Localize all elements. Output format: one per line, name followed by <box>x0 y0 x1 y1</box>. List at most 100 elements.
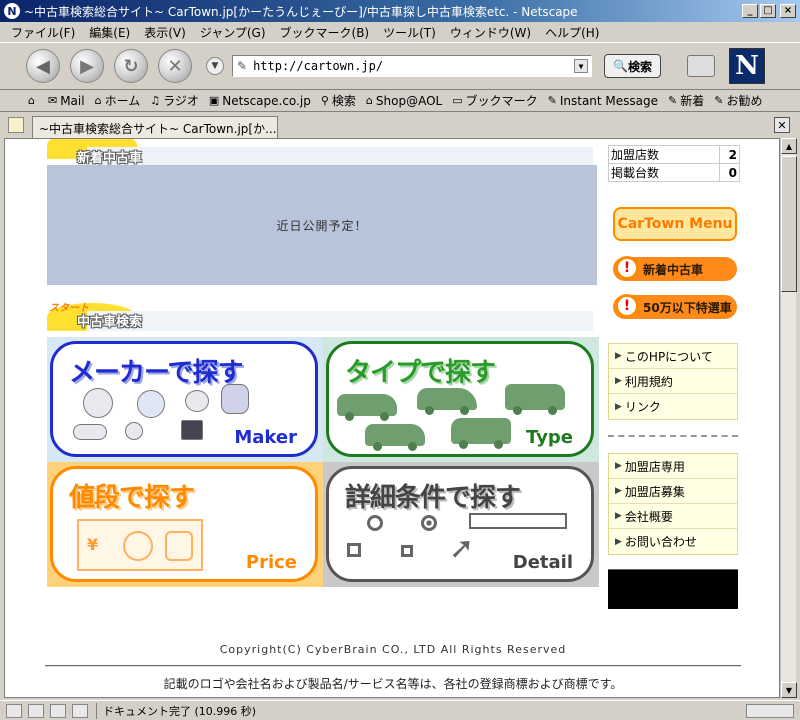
search-by-price-button[interactable]: 値段で探す ¥ Price <box>47 462 323 587</box>
mail-icon: ✉ <box>47 94 58 107</box>
new-cars-heading: 新着中古車 <box>77 151 143 166</box>
table-row: 掲載台数 0 <box>608 163 740 182</box>
maker-title: メーカーで探す <box>69 358 243 388</box>
trademark-text: 記載のロゴや会社名および製品名/サービス名等は、各社の登録商標および商標です。 <box>163 677 623 691</box>
tab-label: ~中古車検索総合サイト~ CarTown.jp[か... <box>39 122 277 136</box>
bookmark-recommended[interactable]: ✎ お勧め <box>714 92 762 109</box>
bookmark-instant-message[interactable]: ✎ Instant Message <box>548 94 658 108</box>
type-title: タイプで探す <box>345 358 496 388</box>
url-field[interactable]: ✎ http://cartown.jp/ ▼ <box>232 55 592 77</box>
menu-edit[interactable]: 編集(E) <box>82 24 137 41</box>
magnifier-icon: 🔍 <box>613 59 628 73</box>
search-button[interactable]: 🔍 検索 <box>604 54 661 78</box>
arrow-icon: ▶ <box>615 536 622 547</box>
under-500k-button[interactable]: ! 50万以下特選車 <box>613 294 737 319</box>
select-box-icon <box>469 513 567 529</box>
bookmark-home[interactable]: ⌂ ホーム <box>95 92 141 109</box>
mitsubishi-logo-icon <box>181 420 203 440</box>
radio-unchecked-icon <box>367 515 383 531</box>
menu-help[interactable]: ヘルプ(H) <box>538 24 606 41</box>
bookmark-netscape[interactable]: ▣ Netscape.co.jp <box>209 94 311 108</box>
link-company[interactable]: ▶ 会社概要 <box>609 504 737 529</box>
suv-car-icon <box>505 384 565 415</box>
close-tab-button[interactable]: ✕ <box>774 117 790 133</box>
security-lock-icon[interactable] <box>50 703 66 718</box>
vertical-scrollbar[interactable]: ▲ ▼ <box>780 138 797 698</box>
menu-file[interactable]: ファイル(F) <box>4 24 82 41</box>
checkbox-checked-icon <box>347 543 361 557</box>
menu-go[interactable]: ジャンプ(G) <box>193 24 273 41</box>
back-button[interactable]: ◀ <box>26 49 60 83</box>
stat-label: 加盟店数 <box>608 145 720 164</box>
link-about[interactable]: ▶ このHPについて <box>609 344 737 369</box>
forward-button[interactable]: ▶ <box>70 49 104 83</box>
bookmark-new[interactable]: ✎ 新着 <box>668 92 704 109</box>
link-links[interactable]: ▶ リンク <box>609 394 737 419</box>
bookmark-search[interactable]: ⚲ 検索 <box>321 92 356 109</box>
wagon-car-icon <box>365 424 425 451</box>
status-bar: ドキュメント完了 (10.996 秒) <box>0 700 800 720</box>
exclamation-icon: ! <box>615 256 639 280</box>
minimize-button[interactable]: _ <box>742 4 758 18</box>
netscape-logo[interactable]: N <box>728 48 765 84</box>
divider <box>608 435 738 437</box>
page-icon: ✎ <box>237 59 248 73</box>
bookmark-radio[interactable]: ♫ ラジオ <box>150 92 199 109</box>
bookmark-shop-aol[interactable]: ⌂ Shop@AOL <box>366 94 442 108</box>
arrow-icon: ▶ <box>615 351 622 361</box>
coupe-car-icon <box>417 388 477 415</box>
maximize-button[interactable]: □ <box>760 4 776 18</box>
scroll-up-button[interactable]: ▲ <box>781 138 797 154</box>
menu-bookmarks[interactable]: ブックマーク(B) <box>273 24 377 41</box>
bookmark-icon: ✎ <box>668 94 678 107</box>
personal-toolbar: ⌂ ✉ Mail ⌂ ホーム ♫ ラジオ ▣ Netscape.co.jp ⚲ 検索 ⌂ S… <box>0 90 800 112</box>
new-cars-button[interactable]: ! 新着中古車 <box>613 256 737 281</box>
home-tab-icon[interactable]: ⌂ <box>28 94 38 107</box>
copyright-text: Copyright(C) CyberBrain CO., LTD All Rig… <box>219 643 567 656</box>
stop-button[interactable]: ✕ <box>158 49 192 83</box>
search-by-maker-button[interactable]: メーカーで探す Maker <box>47 337 323 462</box>
folder-icon: ▭ <box>452 94 463 107</box>
reload-icon: ↻ <box>123 55 139 77</box>
scroll-down-button[interactable]: ▼ <box>781 682 797 698</box>
print-icon[interactable] <box>686 55 715 77</box>
link-recruit[interactable]: ▶ 加盟店募集 <box>609 479 737 504</box>
stat-label: 掲載台数 <box>608 163 720 182</box>
search-section-header: スタート 中古車検索 <box>47 303 603 331</box>
search-by-detail-button[interactable]: 詳細条件で探す ➚ Detail <box>323 462 599 587</box>
bookmark-mail[interactable]: ✉ Mail <box>48 94 85 108</box>
bookmark-icon: ✎ <box>547 94 557 107</box>
toyota-logo-icon <box>185 390 209 412</box>
arrow-icon: ▶ <box>615 511 622 521</box>
history-dropdown-button[interactable]: ▼ <box>206 57 224 75</box>
link-terms[interactable]: ▶ 利用規約 <box>609 369 737 394</box>
status-text: ドキュメント完了 (10.996 秒) <box>96 702 256 719</box>
address-book-icon[interactable] <box>72 703 88 718</box>
url-dropdown-button[interactable]: ▼ <box>574 59 588 73</box>
mercedes-logo-icon <box>125 422 143 440</box>
menu-tools[interactable]: ツール(T) <box>376 24 443 41</box>
search-button-label: 検索 <box>627 59 652 74</box>
menu-view[interactable]: 表示(V) <box>137 24 193 41</box>
radio-checked-icon <box>421 515 437 531</box>
new-tab-icon[interactable] <box>8 117 24 133</box>
menu-window[interactable]: ウィンドウ(W) <box>443 24 538 41</box>
scroll-thumb[interactable] <box>781 156 797 292</box>
link-contact[interactable]: ▶ お問い合わせ <box>609 529 737 554</box>
checkbox-unchecked-icon <box>401 545 413 557</box>
search-by-type-button[interactable]: タイプで探す Type <box>323 337 599 462</box>
stop-icon: ✕ <box>167 55 183 77</box>
tab-cartown[interactable]: ~中古車検索総合サイト~ CarTown.jp[か... <box>32 116 278 138</box>
peugeot-logo-icon <box>221 384 249 414</box>
bmw-logo-icon <box>137 390 165 418</box>
stat-value: 2 <box>719 145 740 164</box>
compose-icon[interactable] <box>28 703 44 718</box>
mail-status-icon[interactable] <box>6 703 22 718</box>
arrow-icon: ▶ <box>615 486 622 496</box>
close-window-button[interactable]: × <box>780 4 796 18</box>
bookmark-bookmarks[interactable]: ▭ ブックマーク <box>452 92 537 109</box>
link-member-only[interactable]: ▶ 加盟店専用 <box>609 454 737 479</box>
cartown-menu-button[interactable]: CarTown Menu <box>613 207 737 241</box>
exclamation-icon: ! <box>615 294 639 318</box>
reload-button[interactable]: ↻ <box>114 49 148 83</box>
